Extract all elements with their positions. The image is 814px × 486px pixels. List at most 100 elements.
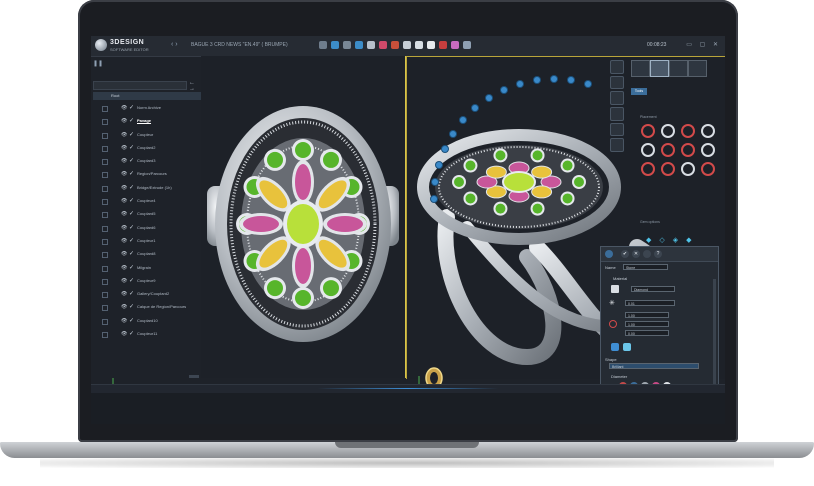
check-icon[interactable]: ✓ bbox=[129, 197, 134, 204]
tree-row[interactable]: 👁 ✓ Coupleur9 bbox=[91, 276, 201, 289]
tree-row[interactable]: 👁 ✓ Coupleur4 bbox=[91, 196, 201, 209]
record-tool-icon[interactable] bbox=[439, 41, 447, 49]
expand-icon[interactable] bbox=[102, 265, 108, 272]
check-icon[interactable]: ✓ bbox=[129, 157, 134, 164]
check-icon[interactable]: ✓ bbox=[129, 117, 134, 124]
window-controls[interactable]: ▭ ▢ ✕ bbox=[686, 41, 721, 48]
dialog-scrollbar[interactable] bbox=[713, 279, 716, 399]
bridge-tool-icon[interactable] bbox=[343, 41, 351, 49]
material-swatch-icon[interactable] bbox=[611, 285, 619, 293]
tree-row[interactable]: 👁 ✓ Couplard5 bbox=[91, 209, 201, 222]
expand-icon[interactable] bbox=[102, 252, 108, 259]
tree-nav-arrows[interactable]: ← → bbox=[189, 80, 201, 92]
check-icon[interactable]: ✓ bbox=[129, 277, 134, 284]
tree-row[interactable]: 👁 ✓ Region/Parcours bbox=[91, 169, 201, 182]
check-icon[interactable]: ✓ bbox=[129, 264, 134, 271]
tab-cut[interactable] bbox=[688, 60, 707, 77]
ring-icon[interactable] bbox=[610, 60, 624, 74]
visibility-eye-icon[interactable]: 👁 bbox=[121, 158, 127, 164]
check-icon[interactable]: ✓ bbox=[129, 303, 134, 310]
tree-row[interactable]: 👁 ✓ Calque de Region/Parcours bbox=[91, 302, 201, 315]
pave-setting-icon[interactable] bbox=[641, 143, 655, 157]
diamond-outline-icon[interactable]: ◇ bbox=[659, 236, 664, 244]
subtab-tools[interactable]: Tools bbox=[631, 88, 647, 95]
milgrain-icon[interactable] bbox=[701, 162, 715, 176]
heart-tool-icon[interactable] bbox=[379, 41, 387, 49]
visibility-eye-icon[interactable]: 👁 bbox=[121, 318, 127, 324]
layer-tool-icon[interactable] bbox=[403, 41, 411, 49]
claw-icon[interactable] bbox=[681, 124, 695, 138]
gem-tool-icon[interactable] bbox=[355, 41, 363, 49]
check-icon[interactable]: ✓ bbox=[129, 317, 134, 324]
expand-icon[interactable] bbox=[102, 332, 108, 339]
visibility-eye-icon[interactable]: 👁 bbox=[121, 185, 127, 191]
check-icon[interactable]: ✓ bbox=[129, 144, 134, 151]
expand-icon[interactable] bbox=[102, 292, 108, 299]
expand-icon[interactable] bbox=[102, 225, 108, 232]
shape-tool-icon[interactable] bbox=[367, 41, 375, 49]
ring-tool-icon[interactable] bbox=[391, 41, 399, 49]
doc-tool-icon[interactable] bbox=[427, 41, 435, 49]
visibility-eye-icon[interactable]: 👁 bbox=[121, 132, 127, 138]
visibility-eye-icon[interactable]: 👁 bbox=[121, 145, 127, 151]
visibility-eye-icon[interactable]: 👁 bbox=[121, 331, 127, 337]
radial-tool-icon[interactable] bbox=[431, 196, 437, 202]
radial-tool-icon[interactable] bbox=[551, 76, 557, 82]
width-field[interactable]: 1.00 bbox=[625, 312, 669, 318]
pave-icon[interactable] bbox=[610, 138, 624, 153]
brush-icon[interactable] bbox=[610, 107, 624, 121]
visibility-eye-icon[interactable]: 👁 bbox=[121, 304, 127, 310]
close-button[interactable]: ✕ bbox=[632, 250, 640, 258]
tree-scrollbar[interactable] bbox=[189, 375, 199, 378]
visibility-eye-icon[interactable]: 👁 bbox=[121, 198, 127, 204]
expand-icon[interactable] bbox=[102, 185, 108, 192]
radial-tool-icon[interactable] bbox=[501, 86, 508, 93]
cursor-tool-icon[interactable] bbox=[331, 41, 339, 49]
shape-dropdown[interactable]: Brilliant bbox=[609, 363, 699, 369]
molecule-icon[interactable] bbox=[610, 91, 624, 106]
expand-icon[interactable] bbox=[102, 278, 108, 285]
check-icon[interactable]: ✓ bbox=[129, 210, 134, 217]
tree-row[interactable]: 👁 ✓ Couplard8 bbox=[91, 249, 201, 262]
radial-tool-icon[interactable] bbox=[584, 80, 591, 87]
tree-row[interactable]: 👁 ✓ Coupleur11 bbox=[91, 329, 201, 342]
tab-bezel[interactable] bbox=[631, 60, 650, 77]
help-button[interactable]: ? bbox=[654, 250, 662, 258]
expand-icon[interactable] bbox=[102, 132, 108, 139]
size-field[interactable]: 0.01 bbox=[625, 300, 675, 306]
tree-search-input[interactable] bbox=[93, 81, 187, 90]
gallery-icon[interactable] bbox=[681, 162, 695, 176]
visibility-eye-icon[interactable]: 👁 bbox=[121, 238, 127, 244]
visibility-eye-icon[interactable]: 👁 bbox=[121, 118, 127, 124]
visibility-eye-icon[interactable]: 👁 bbox=[121, 105, 127, 111]
panel-toggle-icon[interactable]: ❚❚ bbox=[93, 60, 103, 67]
visibility-eye-icon[interactable]: 👁 bbox=[121, 278, 127, 284]
paint-tool-icon[interactable] bbox=[451, 41, 459, 49]
check-icon[interactable]: ✓ bbox=[129, 330, 134, 337]
eye-icon[interactable] bbox=[643, 250, 651, 258]
target-icon[interactable] bbox=[609, 320, 617, 328]
history-nav[interactable]: ‹ › bbox=[171, 41, 178, 48]
tree-row[interactable]: 👁 ✓ Coupleur bbox=[91, 130, 201, 143]
ok-button[interactable]: ✔ bbox=[621, 250, 629, 258]
expand-icon[interactable] bbox=[102, 238, 108, 245]
visibility-eye-icon[interactable]: 👁 bbox=[121, 265, 127, 271]
expand-icon[interactable] bbox=[102, 305, 108, 312]
gem-setting-icon[interactable] bbox=[610, 122, 624, 137]
visibility-eye-icon[interactable]: 👁 bbox=[121, 211, 127, 217]
pen-icon[interactable] bbox=[610, 75, 624, 90]
check-icon[interactable]: ✓ bbox=[129, 250, 134, 257]
expand-icon[interactable] bbox=[102, 119, 108, 126]
check-icon[interactable]: ✓ bbox=[129, 170, 134, 177]
check-icon[interactable]: ✓ bbox=[129, 131, 134, 138]
tension-icon[interactable] bbox=[701, 143, 715, 157]
flush-icon[interactable] bbox=[641, 162, 655, 176]
bar-icon[interactable] bbox=[681, 143, 695, 157]
gem-preview-icon[interactable] bbox=[611, 343, 619, 351]
channel-icon[interactable] bbox=[701, 124, 715, 138]
gem-cut-icon[interactable]: ◈ bbox=[673, 236, 678, 244]
depth-field[interactable]: 0.00 bbox=[625, 330, 669, 336]
expand-icon[interactable] bbox=[102, 145, 108, 152]
expand-icon[interactable] bbox=[102, 318, 108, 325]
select-tool-icon[interactable] bbox=[319, 41, 327, 49]
